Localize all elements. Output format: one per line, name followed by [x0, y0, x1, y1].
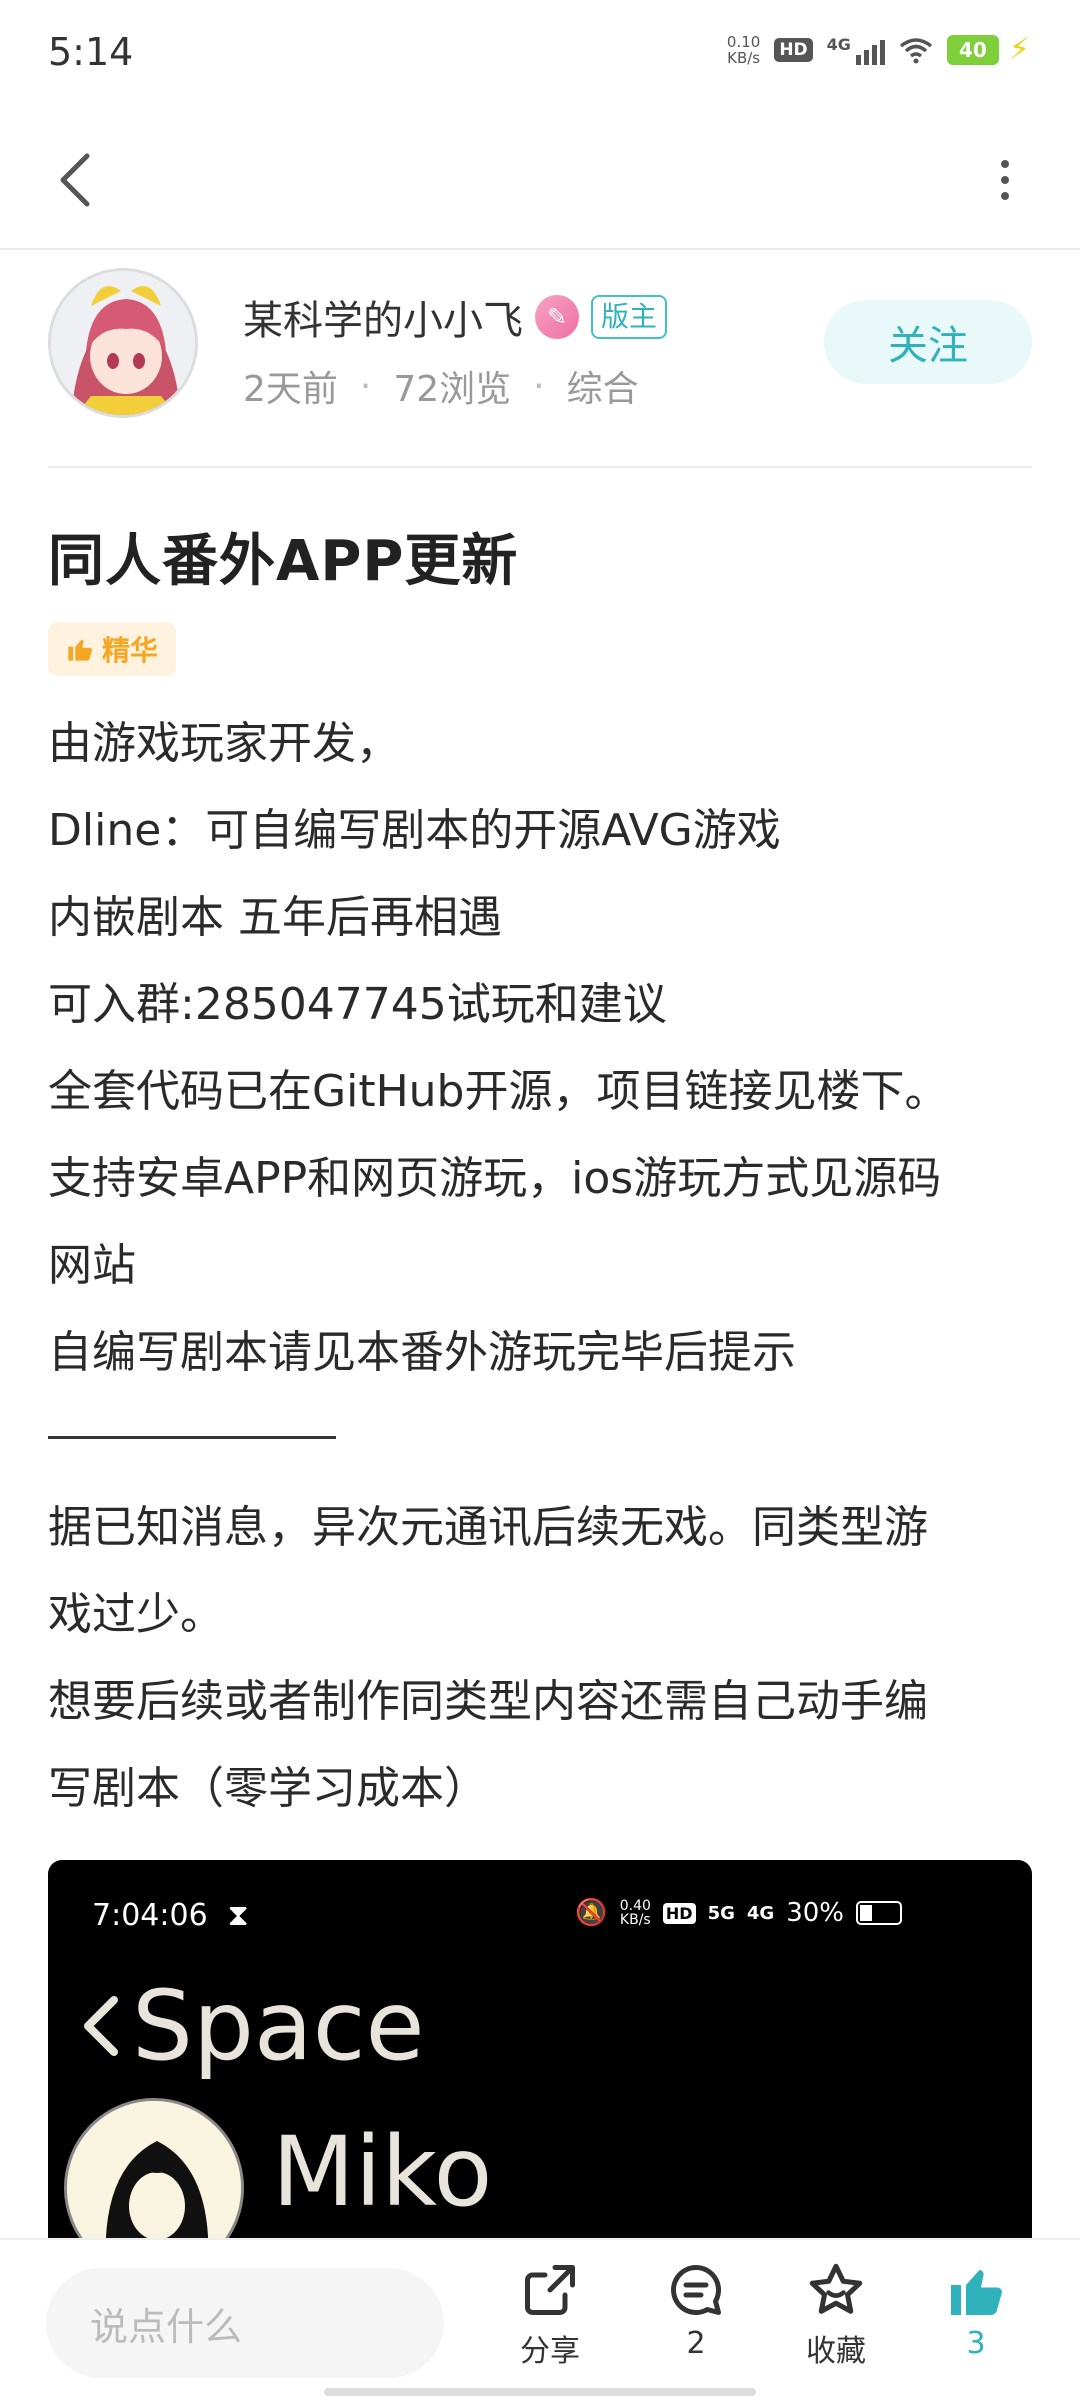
star-icon	[809, 2263, 863, 2314]
network-type-label: 4G	[826, 34, 851, 54]
status-icons: 0.10 KB/s HD 4G 40 ⚡	[727, 32, 1030, 67]
bottom-action-bar: 说点什么 分享 2 收藏 3	[0, 2238, 1080, 2400]
role-badge: 版主	[591, 295, 668, 339]
embedded-battery-label: 30%	[786, 1898, 844, 1928]
network-speed-unit: KB/s	[727, 48, 761, 67]
charging-icon: ⚡	[1008, 32, 1030, 67]
post-category[interactable]: 综合	[567, 360, 639, 412]
hd-icon: HD	[662, 1902, 696, 1924]
favorite-button[interactable]: 收藏	[776, 2260, 896, 2380]
network-speed-value: 0.10	[726, 32, 761, 51]
signal-icon: 4G	[827, 35, 885, 65]
post-line: 想要后续或者制作同类型内容还需自己动手编	[48, 1676, 928, 1727]
favorite-label: 收藏	[806, 2334, 866, 2369]
like-button[interactable]: 3	[916, 2260, 1036, 2380]
top-nav	[0, 110, 1080, 250]
post-line: 网站	[48, 1240, 136, 1291]
comment-input[interactable]: 说点什么	[46, 2268, 444, 2378]
network-speed: 0.10 KB/s	[727, 34, 760, 66]
4g-signal-icon: 4G	[746, 1902, 775, 1924]
hd-icon: HD	[774, 37, 813, 62]
share-label: 分享	[520, 2334, 580, 2369]
featured-badge: 精华	[48, 622, 177, 676]
status-time: 5:14	[48, 30, 134, 74]
embedded-screenshot[interactable]: 7:04:06 ⧗ 🔕 0.40 KB/s HD 5G 4G 30% Space…	[48, 1860, 1032, 2240]
embedded-time: 7:04:06	[92, 1898, 208, 1933]
post-line: 由游戏玩家开发，	[48, 718, 400, 769]
chevron-left-icon	[84, 1996, 118, 2056]
embedded-network-speed: 0.40 KB/s	[620, 1899, 651, 1927]
post-time: 2天前	[243, 369, 338, 410]
battery-icon	[856, 1901, 902, 1925]
author-name[interactable]: 某科学的小小飞	[243, 288, 523, 346]
comment-button[interactable]: 2	[636, 2260, 756, 2380]
chevron-left-icon	[60, 153, 90, 207]
battery-level: 40	[959, 37, 987, 62]
author-name-row: 某科学的小小飞 ✎ 版主	[243, 288, 668, 346]
home-indicator[interactable]	[324, 2388, 756, 2396]
post-meta: 2天前 · 72浏览 · 综合	[243, 360, 639, 412]
post-body-continued: 据已知消息，异次元通讯后续无戏。同类型游 戏过少。 想要后续或者制作同类型内容还…	[48, 1484, 1038, 1832]
back-button[interactable]	[40, 140, 110, 220]
post-line: 全套代码已在GitHub开源，项目链接见楼下。	[48, 1066, 949, 1117]
share-icon	[525, 2265, 575, 2315]
post-line: Dline：可自编写剧本的开源AVG游戏	[48, 805, 781, 856]
embedded-network-speed-unit: KB/s	[619, 1912, 651, 1928]
follow-button[interactable]: 关注	[824, 300, 1032, 384]
featured-label: 精华	[102, 634, 159, 667]
mute-icon: 🔕	[575, 1898, 608, 1928]
thumbs-up-icon	[951, 2270, 1002, 2315]
post-body: 由游戏玩家开发， Dline：可自编写剧本的开源AVG游戏 内嵌剧本 五年后再相…	[48, 700, 1038, 1396]
embedded-avatar	[64, 2098, 244, 2240]
embedded-status-icons: 🔕 0.40 KB/s HD 5G 4G 30%	[575, 1898, 902, 1928]
comment-count: 2	[686, 2326, 706, 2361]
post-line: 支持安卓APP和网页游玩，ios游玩方式见源码	[48, 1153, 942, 1204]
embedded-status-time: 7:04:06 ⧗	[92, 1898, 249, 1933]
more-options-icon[interactable]	[970, 140, 1040, 220]
post-line: 写剧本（零学习成本）	[48, 1763, 488, 1814]
thumbs-up-icon	[68, 639, 93, 661]
post-line: 据已知消息，异次元通讯后续无戏。同类型游	[48, 1502, 928, 1553]
share-button[interactable]: 分享	[490, 2260, 610, 2380]
divider	[48, 466, 1032, 468]
hourglass-icon: ⧗	[227, 1898, 249, 1933]
5g-signal-icon: 5G	[707, 1902, 735, 1924]
meta-separator: ·	[533, 365, 545, 407]
avatar[interactable]	[48, 268, 198, 418]
post-line: 可入群:285047745试玩和建议	[48, 979, 667, 1030]
status-bar: 5:14 0.10 KB/s HD 4G 40 ⚡	[0, 0, 1080, 110]
separator-line	[48, 1436, 336, 1439]
comment-icon	[671, 2265, 722, 2315]
level-badge-icon: ✎	[535, 295, 579, 339]
meta-separator: ·	[359, 365, 372, 407]
battery-icon: 40	[946, 34, 999, 65]
view-count: 72浏览	[393, 369, 512, 410]
embedded-title: Space	[132, 1970, 425, 2082]
post-line: 自编写剧本请见本番外游玩完毕后提示	[48, 1327, 796, 1378]
wifi-icon	[899, 37, 933, 63]
post-line: 内嵌剧本 五年后再相遇	[48, 892, 502, 943]
embedded-header: Space	[78, 1970, 425, 2082]
author-row: 某科学的小小飞 ✎ 版主 2天前 · 72浏览 · 综合 关注	[48, 268, 1032, 468]
post-line: 戏过少。	[48, 1589, 224, 1640]
embedded-contact-name: Miko	[272, 2116, 493, 2228]
like-count: 3	[966, 2326, 986, 2361]
post-title: 同人番外APP更新	[48, 529, 519, 594]
